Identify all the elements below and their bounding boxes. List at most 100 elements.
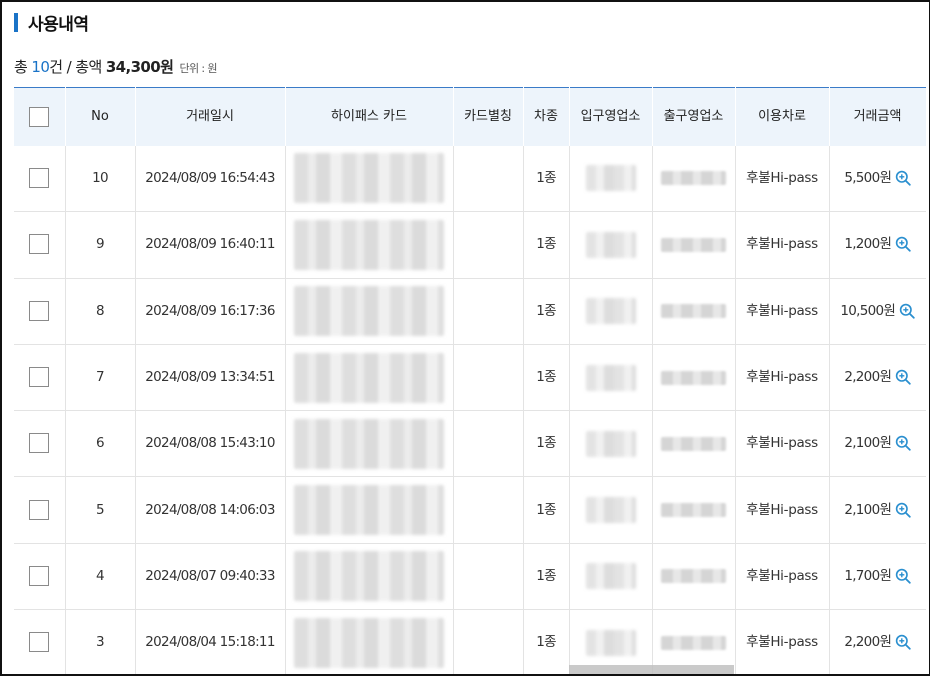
row-select-cell (14, 543, 66, 611)
row-card (285, 410, 454, 478)
row-exit-office (652, 145, 736, 213)
row-exit-office (652, 278, 736, 345)
row-amount: 1,200원 (829, 211, 926, 279)
table-row[interactable]: 9 2024/08/09 16:40:11 1종 후불Hi-pass 1,200… (14, 211, 926, 279)
row-entry-office (569, 278, 653, 345)
row-amount: 2,200원 (829, 609, 926, 674)
row-entry-office (569, 476, 653, 544)
summary-total-amount: 34,300원 (105, 58, 174, 76)
masked-exit-office (661, 635, 726, 650)
table-row[interactable]: 7 2024/08/09 13:34:51 1종 후불Hi-pass 2,200… (14, 344, 926, 412)
row-card-alias (453, 410, 524, 478)
section-header: 사용내역 (14, 10, 89, 35)
zoom-in-icon[interactable] (895, 369, 911, 385)
zoom-in-icon[interactable] (895, 568, 911, 584)
table-row[interactable]: 6 2024/08/08 15:43:10 1종 후불Hi-pass 2,100… (14, 410, 926, 478)
row-card (285, 145, 454, 213)
row-datetime: 2024/08/09 13:34:51 (135, 344, 286, 412)
row-select-cell (14, 344, 66, 412)
masked-entry-office (585, 629, 636, 656)
row-vehicle-class: 1종 (523, 543, 570, 611)
row-amount-value: 1,700원 (844, 567, 892, 584)
row-vehicle-class: 1종 (523, 609, 570, 674)
header-amount: 거래금액 (829, 87, 927, 146)
masked-exit-office (661, 569, 726, 584)
masked-entry-office (585, 298, 636, 325)
masked-card-number (294, 551, 444, 602)
masked-exit-office (661, 171, 726, 186)
table-row[interactable]: 10 2024/08/09 16:54:43 1종 후불Hi-pass 5,50… (14, 145, 926, 213)
usage-summary: 총 10건 / 총액 34,300원 단위 : 원 (14, 56, 218, 77)
row-no: 6 (65, 410, 136, 478)
row-exit-office (652, 344, 736, 412)
row-entry-office (569, 145, 653, 213)
row-select-cell (14, 145, 66, 213)
row-no: 3 (65, 609, 136, 674)
row-card-alias (453, 543, 524, 611)
row-datetime: 2024/08/04 15:18:11 (135, 609, 286, 674)
select-all-checkbox[interactable] (29, 106, 50, 127)
table-row[interactable]: 8 2024/08/09 16:17:36 1종 후불Hi-pass 10,50… (14, 278, 926, 345)
masked-card-number (294, 352, 444, 403)
zoom-in-icon[interactable] (895, 236, 911, 253)
row-checkbox[interactable] (29, 433, 50, 454)
row-checkbox[interactable] (29, 632, 50, 653)
row-exit-office (652, 410, 736, 478)
row-checkbox[interactable] (29, 300, 50, 321)
zoom-in-icon[interactable] (899, 303, 915, 319)
row-card-alias (453, 344, 524, 412)
zoom-in-icon[interactable] (895, 502, 911, 518)
row-checkbox[interactable] (29, 367, 50, 388)
row-card-alias (453, 278, 524, 345)
row-card-alias (453, 476, 524, 544)
row-lane: 후불Hi-pass (735, 278, 830, 345)
header-lane: 이용차로 (735, 87, 830, 146)
row-datetime: 2024/08/09 16:40:11 (135, 211, 286, 279)
row-datetime: 2024/08/08 15:43:10 (135, 410, 286, 478)
usage-table: No 거래일시 하이패스 카드 카드별칭 차종 입구영업소 출구영업소 이용차로… (14, 87, 927, 674)
row-card (285, 476, 454, 544)
row-select-cell (14, 278, 66, 345)
masked-card-number (294, 219, 444, 270)
row-amount: 1,700원 (829, 543, 926, 611)
row-vehicle-class: 1종 (523, 476, 570, 544)
table-header-row: No 거래일시 하이패스 카드 카드별칭 차종 입구영업소 출구영업소 이용차로… (14, 87, 927, 146)
table-row[interactable]: 5 2024/08/08 14:06:03 1종 후불Hi-pass 2,100… (14, 476, 926, 544)
row-exit-office (652, 543, 736, 611)
row-amount: 5,500원 (829, 145, 926, 213)
masked-card-number (294, 485, 444, 536)
row-lane: 후불Hi-pass (735, 476, 830, 544)
row-checkbox[interactable] (29, 234, 50, 255)
zoom-in-icon[interactable] (895, 435, 911, 452)
table-row[interactable]: 3 2024/08/04 15:18:11 1종 후불Hi-pass 2,200… (14, 609, 926, 674)
row-amount-value: 2,100원 (844, 435, 892, 452)
row-amount-value: 2,200원 (844, 369, 892, 386)
row-amount-value: 5,500원 (844, 169, 892, 186)
row-checkbox[interactable] (29, 167, 50, 188)
row-no: 9 (65, 211, 136, 279)
row-datetime: 2024/08/09 16:54:43 (135, 145, 286, 213)
table-body: 10 2024/08/09 16:54:43 1종 후불Hi-pass 5,50… (14, 145, 926, 674)
row-checkbox[interactable] (29, 565, 50, 586)
zoom-in-icon[interactable] (895, 634, 911, 650)
masked-entry-office (585, 231, 636, 258)
row-lane: 후불Hi-pass (735, 145, 830, 213)
row-amount: 2,200원 (829, 344, 926, 412)
row-card-alias (453, 145, 524, 213)
row-entry-office (569, 410, 653, 478)
row-datetime: 2024/08/07 09:40:33 (135, 543, 286, 611)
table-row[interactable]: 4 2024/08/07 09:40:33 1종 후불Hi-pass 1,700… (14, 543, 926, 611)
horizontal-scrollbar[interactable] (569, 665, 734, 674)
row-entry-office (569, 543, 653, 611)
zoom-in-icon[interactable] (895, 170, 911, 186)
row-entry-office (569, 344, 653, 412)
row-card-alias (453, 609, 524, 674)
row-datetime: 2024/08/08 14:06:03 (135, 476, 286, 544)
row-checkbox[interactable] (29, 499, 50, 520)
row-amount-value: 10,500원 (840, 302, 896, 319)
row-card (285, 543, 454, 611)
summary-unit: 단위 : 원 (179, 62, 217, 75)
row-exit-office (652, 211, 736, 279)
header-entry-office: 입구영업소 (569, 87, 653, 146)
masked-exit-office (661, 503, 726, 518)
